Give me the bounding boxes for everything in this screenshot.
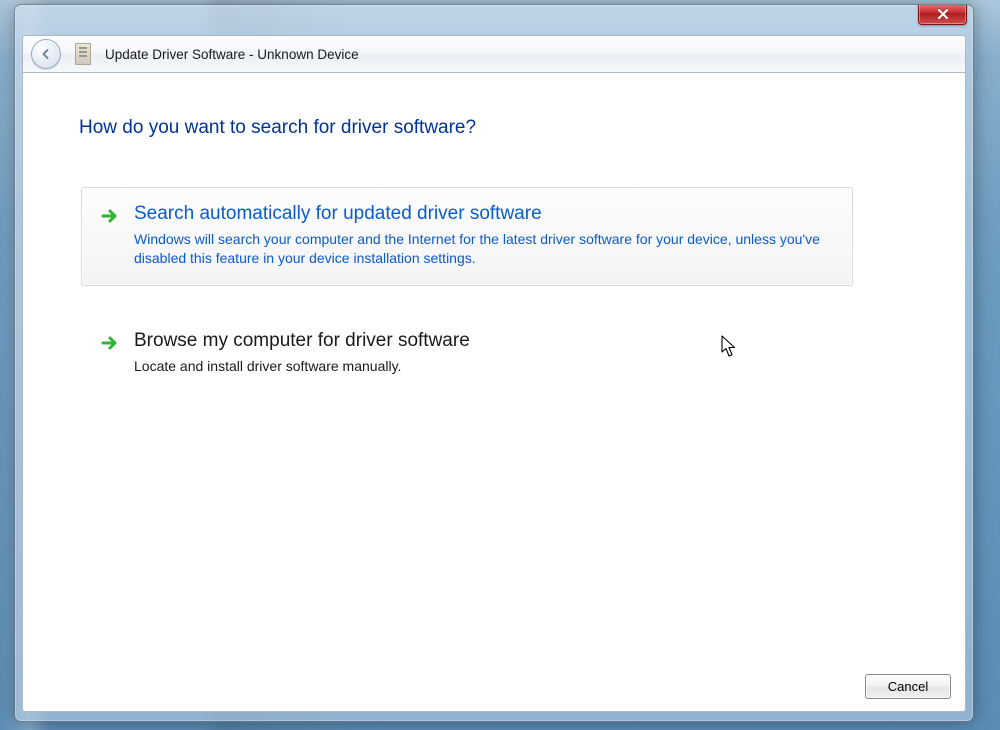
footer: Cancel [23, 661, 965, 711]
page-heading: How do you want to search for driver sof… [79, 117, 909, 139]
back-button[interactable] [31, 39, 61, 69]
option-title: Search automatically for updated driver … [134, 202, 834, 226]
wizard-window: Update Driver Software - Unknown Device … [14, 4, 974, 722]
titlebar-caption-buttons [899, 5, 973, 29]
option-browse[interactable]: Browse my computer for driver software L… [81, 314, 853, 393]
arrow-right-icon [100, 206, 120, 226]
close-button[interactable] [918, 4, 967, 25]
navbar: Update Driver Software - Unknown Device [22, 35, 966, 73]
option-title: Browse my computer for driver software [134, 329, 834, 353]
window-title: Update Driver Software - Unknown Device [105, 47, 359, 62]
option-search-auto[interactable]: Search automatically for updated driver … [81, 187, 853, 286]
cancel-button[interactable]: Cancel [865, 674, 951, 699]
option-desc: Windows will search your computer and th… [134, 230, 834, 269]
back-arrow-icon [39, 47, 53, 61]
arrow-right-icon [100, 333, 120, 353]
option-body: Search automatically for updated driver … [134, 202, 834, 269]
device-icon [75, 43, 91, 65]
client-area: How do you want to search for driver sof… [22, 73, 966, 712]
cancel-label: Cancel [888, 679, 928, 694]
close-icon [937, 8, 949, 20]
option-desc: Locate and install driver software manua… [134, 357, 834, 377]
option-body: Browse my computer for driver software L… [134, 329, 834, 376]
